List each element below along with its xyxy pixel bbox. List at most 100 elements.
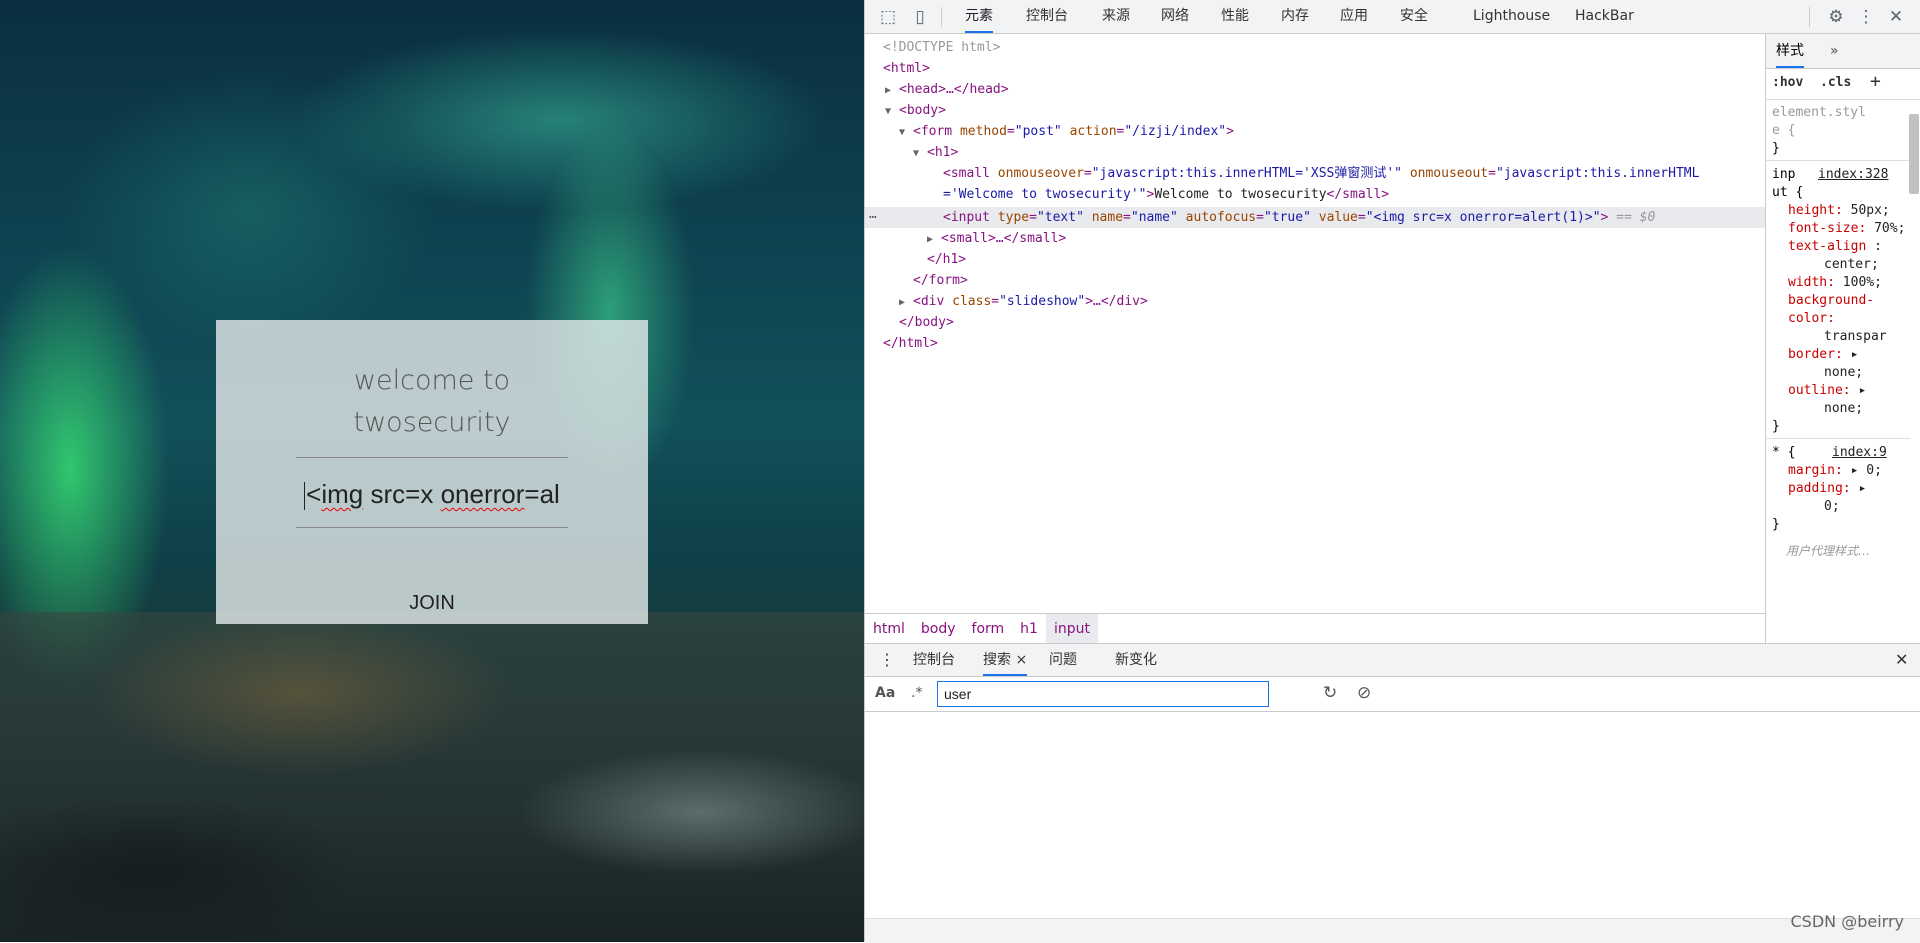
- css-prop-row[interactable]: height: 50px;: [1788, 202, 1890, 220]
- dom-h1[interactable]: ▼ <h1>: [913, 142, 958, 163]
- drawer-tab-console[interactable]: 控制台: [913, 644, 955, 676]
- close-tab-icon[interactable]: ×: [1015, 652, 1027, 668]
- hov-toggle[interactable]: :hov: [1772, 75, 1803, 90]
- toolbar-separator-2: [1809, 7, 1810, 27]
- css-prop-row[interactable]: text-align :: [1788, 238, 1882, 256]
- inspect-icon[interactable]: ⬚: [877, 6, 899, 28]
- tab-network[interactable]: 网络: [1161, 0, 1189, 33]
- rule1-selector-2[interactable]: ut {: [1772, 184, 1803, 202]
- div-attr: class: [952, 294, 992, 309]
- page-viewport: welcome to twosecurity <img src=x onerro…: [0, 0, 864, 942]
- dom-body[interactable]: ▼ <body>: [885, 100, 946, 121]
- regex-toggle[interactable]: .*: [911, 685, 922, 701]
- collapse-triangle-icon[interactable]: ▼: [885, 101, 899, 122]
- tab-application[interactable]: 应用: [1340, 0, 1368, 33]
- ua-styles-header[interactable]: 用户代理样式…: [1786, 542, 1870, 560]
- css-prop-row[interactable]: outline: ▸: [1788, 382, 1866, 400]
- tab-elements[interactable]: 元素: [965, 0, 993, 33]
- css-prop-value: ▸: [1858, 481, 1867, 496]
- drawer-close-icon[interactable]: ✕: [1895, 644, 1908, 676]
- dom-form[interactable]: ▼ <form method="post" action="/izji/index…: [899, 121, 1234, 142]
- breadcrumb-body[interactable]: body: [913, 614, 964, 644]
- cls-toggle[interactable]: .cls: [1820, 75, 1851, 90]
- drawer-tab-search[interactable]: 搜索 ×: [983, 644, 1028, 676]
- css-prop-row[interactable]: font-size: 70%;: [1788, 220, 1905, 238]
- dom-html-close[interactable]: </html>: [883, 333, 938, 354]
- dom-small-2[interactable]: ▶ <small>…</small>: [927, 228, 1066, 249]
- breadcrumb-h1[interactable]: h1: [1012, 614, 1046, 644]
- gear-icon[interactable]: ⚙: [1825, 6, 1847, 28]
- expand-triangle-icon[interactable]: ▶: [885, 80, 899, 101]
- rule2-source-link[interactable]: index:9: [1832, 444, 1887, 462]
- breadcrumb-form[interactable]: form: [964, 614, 1013, 644]
- css-prop-row[interactable]: margin: ▸ 0;: [1788, 462, 1882, 480]
- dom-div[interactable]: ▶ <div class="slideshow">…</div>: [899, 291, 1148, 312]
- add-rule-icon[interactable]: +: [1870, 71, 1881, 92]
- dom-h1-close[interactable]: </h1>: [927, 249, 966, 270]
- element-style-sel-2[interactable]: e {: [1772, 122, 1795, 140]
- css-prop-row[interactable]: padding: ▸: [1788, 480, 1866, 498]
- dom-html[interactable]: <html>: [883, 58, 930, 79]
- input-attr: value: [1318, 210, 1358, 225]
- dom-body-close[interactable]: </body>: [899, 312, 954, 333]
- small2-text: <small>…</small>: [941, 231, 1067, 246]
- input-attr: name: [1091, 210, 1124, 225]
- tab-security[interactable]: 安全: [1400, 0, 1428, 33]
- expand-triangle-icon[interactable]: ▶: [927, 229, 941, 250]
- tab-sources[interactable]: 来源: [1102, 0, 1130, 33]
- css-prop-row[interactable]: 0;: [1824, 498, 1840, 516]
- form-val: "/izji/index": [1124, 124, 1227, 139]
- breadcrumb-html[interactable]: html: [865, 614, 913, 644]
- device-toggle-icon[interactable]: ▯: [909, 6, 931, 28]
- match-case-toggle[interactable]: Aa: [875, 685, 895, 701]
- breadcrumb-input[interactable]: input: [1045, 614, 1098, 644]
- css-prop-row[interactable]: border: ▸: [1788, 346, 1858, 364]
- drawer-tab-issues[interactable]: 问题: [1049, 644, 1077, 676]
- rule-divider: [1766, 160, 1910, 161]
- css-prop-row[interactable]: transpar: [1824, 328, 1887, 346]
- tab-hackbar[interactable]: HackBar: [1575, 0, 1634, 33]
- css-prop-row[interactable]: none;: [1824, 400, 1863, 418]
- more-dots-icon[interactable]: ⋯: [869, 207, 877, 228]
- close-icon[interactable]: ✕: [1885, 6, 1907, 28]
- collapse-triangle-icon[interactable]: ▼: [913, 143, 927, 164]
- drawer-menu-icon[interactable]: ⋮: [879, 644, 895, 676]
- join-button[interactable]: JOIN: [409, 588, 455, 618]
- collapse-triangle-icon[interactable]: ▼: [899, 122, 913, 143]
- dom-body-text: <body>: [899, 103, 946, 118]
- tab-styles[interactable]: 样式: [1776, 34, 1804, 68]
- rule1-selector[interactable]: inp: [1772, 166, 1795, 184]
- css-prop-value: transpar: [1824, 329, 1887, 344]
- styles-scrollbar[interactable]: [1909, 114, 1919, 194]
- dom-small[interactable]: <small onmouseover="javascript:this.inne…: [943, 163, 1699, 184]
- css-prop-row[interactable]: none;: [1824, 364, 1863, 382]
- css-prop-row[interactable]: center;: [1824, 256, 1879, 274]
- rule2-selector[interactable]: * {: [1772, 444, 1795, 462]
- dom-doctype[interactable]: <!DOCTYPE html>: [883, 37, 1000, 58]
- dom-form-close[interactable]: </form>: [913, 270, 968, 291]
- css-prop-row[interactable]: background-: [1788, 292, 1874, 310]
- more-vert-icon[interactable]: ⋮: [1855, 6, 1877, 28]
- rule1-source-link[interactable]: index:328: [1818, 166, 1888, 184]
- dom-head[interactable]: ▶ <head>…</head>: [885, 79, 1009, 100]
- clear-icon[interactable]: ⊘: [1357, 683, 1371, 703]
- dom-input[interactable]: <input type="text" name="name" autofocus…: [943, 207, 1655, 228]
- css-prop-name: height:: [1788, 203, 1843, 218]
- expand-triangle-icon[interactable]: ▶: [899, 292, 913, 313]
- css-prop-row[interactable]: color:: [1788, 310, 1835, 328]
- css-prop-row[interactable]: width: 100%;: [1788, 274, 1882, 292]
- brace: }: [1772, 141, 1780, 156]
- name-input[interactable]: <img src=x onerror=al: [296, 472, 568, 516]
- tab-performance[interactable]: 性能: [1221, 0, 1249, 33]
- dom-small-cont[interactable]: ='Welcome to twosecurity'">Welcome to tw…: [943, 184, 1389, 205]
- search-input[interactable]: [937, 681, 1269, 707]
- tab-memory[interactable]: 内存: [1281, 0, 1309, 33]
- input-text-1: <: [306, 479, 322, 509]
- tab-console[interactable]: 控制台: [1026, 0, 1068, 33]
- drawer-tab-whats-new[interactable]: 新变化: [1115, 644, 1157, 676]
- refresh-icon[interactable]: ↻: [1323, 683, 1337, 703]
- element-style-sel[interactable]: element.styl: [1772, 104, 1866, 122]
- welcome-heading[interactable]: welcome to twosecurity: [216, 360, 648, 444]
- more-tabs-icon[interactable]: »: [1830, 34, 1839, 68]
- tab-lighthouse[interactable]: Lighthouse: [1473, 0, 1550, 33]
